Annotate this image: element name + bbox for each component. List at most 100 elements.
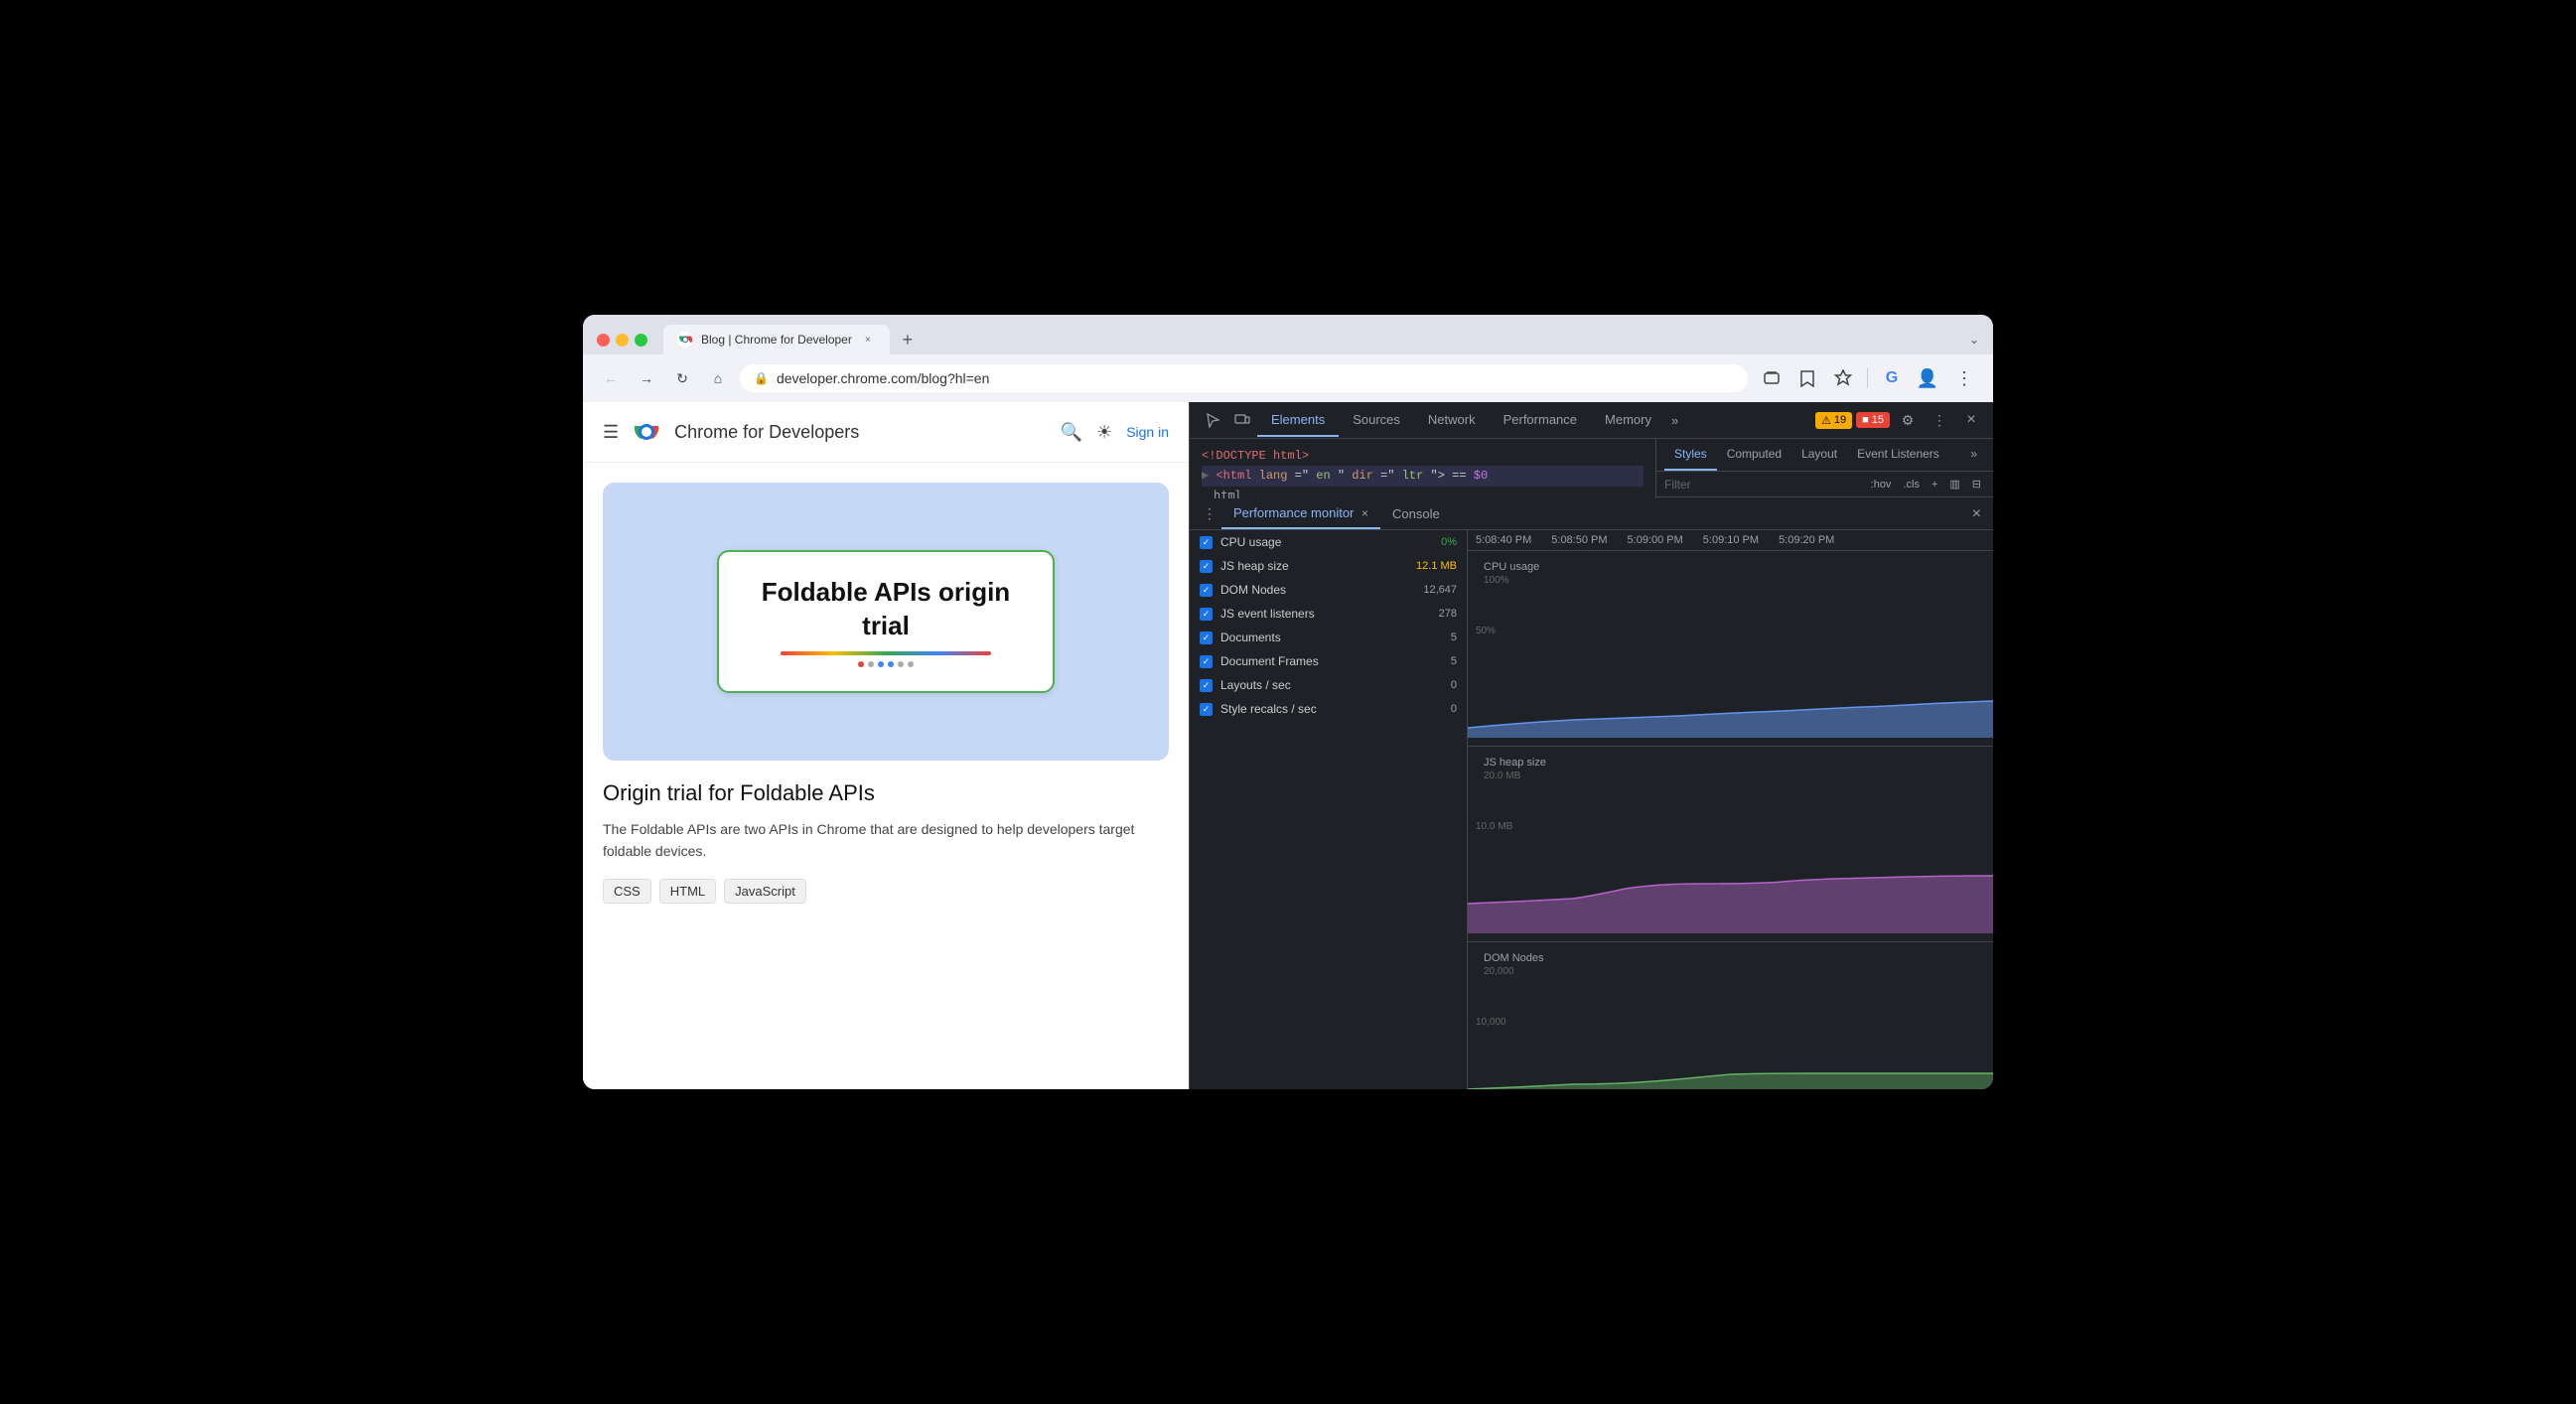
tag-html[interactable]: HTML [659, 879, 716, 904]
devtools-more-button[interactable]: ⋮ [1926, 406, 1953, 434]
extension-button[interactable] [1827, 362, 1859, 394]
chart-canvas [1468, 638, 1993, 738]
perf-checkbox[interactable] [1200, 584, 1213, 597]
performance-tab[interactable]: Performance [1490, 404, 1591, 437]
styles-tab[interactable]: Styles [1664, 439, 1717, 471]
network-tab[interactable]: Network [1414, 404, 1490, 437]
memory-tab[interactable]: Memory [1591, 404, 1665, 437]
performance-monitor-tab[interactable]: Performance monitor × [1221, 498, 1380, 529]
devtools-settings-button[interactable]: ⚙ [1894, 406, 1922, 434]
forward-button[interactable]: → [633, 364, 660, 392]
sign-in-button[interactable]: Sign in [1126, 424, 1169, 440]
computed-tab[interactable]: Computed [1717, 439, 1791, 471]
tab-bar: Blog | Chrome for Developer × + [663, 325, 1961, 354]
style-more-tabs[interactable]: » [1962, 439, 1985, 471]
device-icon[interactable] [1227, 402, 1257, 438]
profile-button[interactable]: 👤 [1912, 362, 1943, 394]
chart-sub-label1: 100% [1476, 575, 1547, 586]
maximize-traffic-light[interactable] [635, 334, 647, 347]
minimize-traffic-light[interactable] [616, 334, 629, 347]
active-tab[interactable]: Blog | Chrome for Developer × [663, 325, 890, 354]
perf-menu-icon[interactable]: ⋮ [1198, 499, 1221, 529]
browser-menu-button[interactable]: ⋮ [1947, 362, 1979, 394]
chart-section-label: CPU usage [1476, 559, 1547, 575]
google-button[interactable]: G [1876, 362, 1908, 394]
perf-metric-value: 12,647 [1417, 584, 1457, 596]
html-tag-line[interactable]: ▶ <html lang =" en " dir =" ltr "> == $0 [1202, 466, 1644, 487]
devtools-panel: Elements Sources Network Performance Mem… [1189, 402, 1993, 1089]
tag-javascript[interactable]: JavaScript [724, 879, 806, 904]
perf-metric-label: CPU usage [1220, 535, 1409, 549]
blog-card[interactable]: Foldable APIs origin trial [603, 483, 1169, 761]
title-bar: Blog | Chrome for Developer × + ⌄ [583, 315, 1993, 354]
tab-close-button[interactable]: × [860, 332, 876, 348]
tag-css[interactable]: CSS [603, 879, 651, 904]
perf-metric-item: Layouts / sec 0 [1190, 673, 1467, 697]
inspector-icon[interactable] [1198, 402, 1227, 438]
tab-overflow-button[interactable]: ⌄ [1969, 333, 1979, 347]
perf-checkbox[interactable] [1200, 536, 1213, 549]
warning-count: 19 [1834, 414, 1846, 426]
devtools-close-button[interactable]: × [1957, 406, 1985, 434]
screenshot-button[interactable] [1756, 362, 1788, 394]
search-icon[interactable]: 🔍 [1061, 422, 1082, 443]
style-tabs: Styles Computed Layout Event Listeners » [1656, 439, 1993, 472]
event-listeners-tab[interactable]: Event Listeners [1847, 439, 1949, 471]
html-breadcrumb: html [1202, 487, 1644, 498]
hamburger-menu-icon[interactable]: ☰ [603, 422, 619, 443]
dot-red [858, 661, 864, 667]
time-label-1: 5:08:40 PM [1476, 534, 1531, 546]
perf-checkbox[interactable] [1200, 703, 1213, 716]
perf-checkbox[interactable] [1200, 560, 1213, 573]
sources-tab[interactable]: Sources [1339, 404, 1414, 437]
perf-metric-value: 0% [1417, 536, 1457, 548]
site-header-right: 🔍 ☀ Sign in [1061, 422, 1169, 443]
chart-header: DOM Nodes 20,000 [1468, 946, 1993, 977]
perf-checkbox[interactable] [1200, 655, 1213, 668]
devtools-right-actions: ⚠ 19 ■ 15 ⚙ ⋮ × [1815, 406, 1985, 434]
article-title: Origin trial for Foldable APIs [603, 780, 1169, 806]
add-style-button[interactable]: + [1928, 477, 1941, 492]
pseudo-class-button[interactable]: :hov [1867, 477, 1896, 492]
console-tab[interactable]: Console [1380, 499, 1452, 528]
perf-metric-value: 5 [1417, 655, 1457, 667]
elements-tab[interactable]: Elements [1257, 404, 1339, 437]
address-bar[interactable]: 🔒 developer.chrome.com/blog?hl=en [740, 364, 1748, 392]
warnings-badge[interactable]: ⚠ 19 [1815, 412, 1852, 429]
dot-blue1 [878, 661, 884, 667]
pseudo-element-button[interactable]: .cls [1899, 477, 1924, 492]
time-label-4: 5:09:10 PM [1703, 534, 1759, 546]
perf-checkbox[interactable] [1200, 632, 1213, 644]
theme-toggle-icon[interactable]: ☀ [1096, 422, 1112, 443]
screenshot-icon [1763, 369, 1781, 387]
style-filter-input[interactable] [1664, 478, 1867, 491]
new-tab-button[interactable]: + [894, 326, 922, 353]
filter-actions: :hov .cls + ▥ ⊟ [1867, 476, 1985, 492]
toggle-class-button[interactable]: ▥ [1945, 476, 1963, 492]
more-tabs-button[interactable]: » [1665, 405, 1684, 436]
layout-tab[interactable]: Layout [1791, 439, 1847, 471]
perf-tab-bar: ⋮ Performance monitor × Console × [1190, 498, 1993, 530]
traffic-lights [597, 334, 647, 347]
perf-tab-close-button[interactable]: × [1361, 506, 1368, 520]
perf-metric-value: 0 [1417, 679, 1457, 691]
blog-card-inner: Foldable APIs origin trial [717, 550, 1055, 693]
layout-button[interactable]: ⊟ [1968, 476, 1985, 492]
errors-badge[interactable]: ■ 15 [1856, 412, 1890, 428]
home-button[interactable]: ⌂ [704, 364, 732, 392]
back-button[interactable]: ← [597, 364, 625, 392]
perf-metric-value: 0 [1417, 703, 1457, 715]
close-traffic-light[interactable] [597, 334, 610, 347]
bookmark-button[interactable] [1791, 362, 1823, 394]
address-text: developer.chrome.com/blog?hl=en [777, 370, 1734, 386]
time-label-5: 5:09:20 PM [1779, 534, 1834, 546]
perf-metric-label: DOM Nodes [1220, 583, 1409, 597]
perf-checkbox[interactable] [1200, 679, 1213, 692]
perf-checkbox[interactable] [1200, 608, 1213, 621]
reload-button[interactable]: ↻ [668, 364, 696, 392]
nav-actions: G 👤 ⋮ [1756, 362, 1979, 394]
chart-canvas [1468, 1030, 1993, 1089]
perf-metric-label: Layouts / sec [1220, 678, 1409, 692]
perf-panel-close-button[interactable]: × [1968, 501, 1985, 527]
charts-scroll: CPU usage 100% 50% [1468, 551, 1993, 1089]
